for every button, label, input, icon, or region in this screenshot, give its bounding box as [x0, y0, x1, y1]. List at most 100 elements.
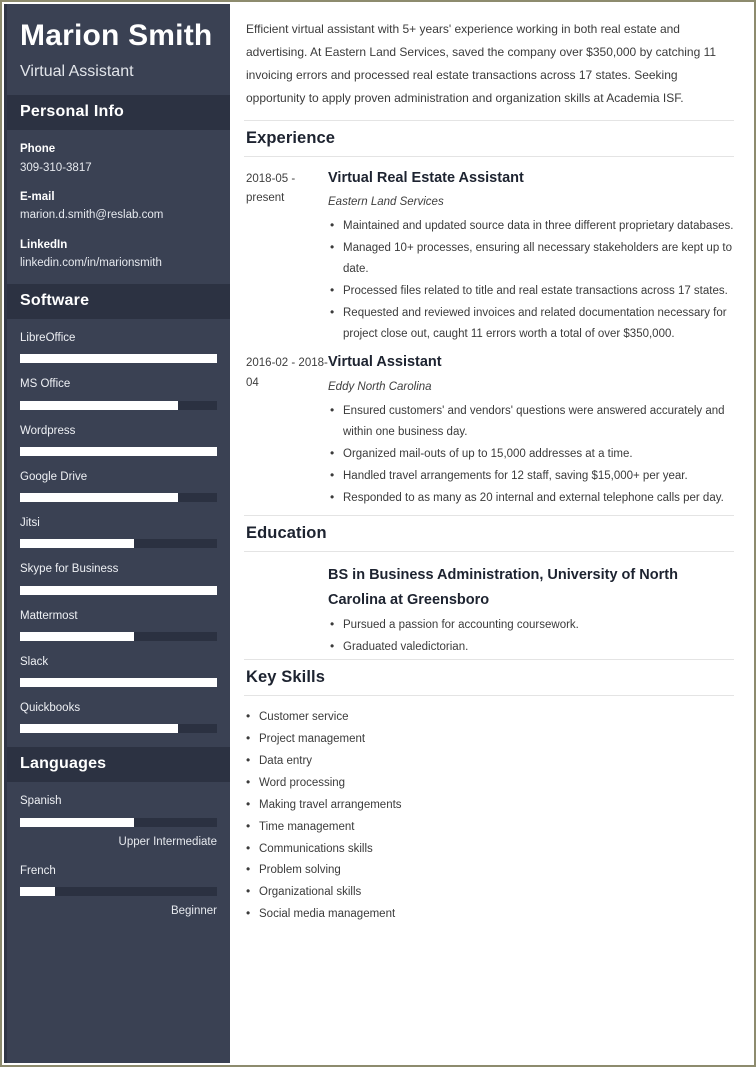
skill-level-bar: [20, 446, 217, 456]
contact-value: marion.d.smith@reslab.com: [20, 209, 164, 222]
skill-level-bar-fill: [20, 400, 178, 410]
experience-bullet: Requested and reviewed invoices and rela…: [328, 302, 734, 345]
experience-bullet-list: Maintained and updated source data in th…: [328, 215, 734, 345]
key-skill-item: Making travel arrangements: [244, 794, 734, 816]
skill-level-bar-fill: [20, 446, 217, 456]
experience-bullet: Responded to as many as 20 internal and …: [328, 487, 734, 509]
key-skill-item: Organizational skills: [244, 881, 734, 903]
education-entry-title: BS in Business Administration, Universit…: [328, 567, 678, 608]
experience-bullet: Maintained and updated source data in th…: [328, 215, 734, 237]
sidebar: Marion Smith Virtual Assistant Personal …: [4, 4, 230, 1063]
contact-value: linkedin.com/in/marionsmith: [20, 256, 162, 269]
skill-level-bar: [20, 817, 217, 827]
experience-entry: 2018-05 - present Virtual Real Estate Ass…: [244, 168, 734, 346]
skill-level-bar-fill: [20, 817, 135, 827]
skill-row: Spanish Upper Intermediate: [20, 793, 217, 849]
skill-level-bar-fill: [20, 539, 135, 549]
skill-level-bar: [20, 724, 217, 734]
skill-row: Quickbooks: [20, 700, 217, 734]
experience-entry-company: Eddy North Carolina: [328, 380, 432, 393]
skill-row: French Beginner: [20, 863, 217, 919]
experience-entry-body: Virtual Real Estate Assistant Eastern Lan…: [328, 168, 734, 346]
experience-entry-date: 2016-02 - 2018-04: [246, 356, 328, 389]
main-content: Efficient virtual assistant with 5+ year…: [230, 4, 752, 1063]
candidate-name: Marion Smith: [20, 19, 213, 52]
skill-label: Slack: [20, 655, 49, 668]
professional-summary: Efficient virtual assistant with 5+ year…: [246, 22, 717, 106]
key-skill-item: Social media management: [244, 903, 734, 925]
skill-row: MS Office: [20, 376, 217, 410]
experience-bullet-list: Ensured customers' and vendors' question…: [328, 400, 734, 509]
education-bullet: Graduated valedictorian.: [328, 636, 734, 658]
skill-label: Spanish: [20, 795, 62, 808]
skill-label: Wordpress: [20, 424, 76, 437]
skill-level-bar-fill: [20, 887, 56, 897]
software-skill-list: LibreOffice MS Office Wordpress Google Driv…: [4, 319, 230, 747]
contact-label: E-mail: [20, 190, 55, 203]
contact-label: Phone: [20, 143, 56, 156]
skill-label: Jitsi: [20, 517, 40, 530]
candidate-job-title: Virtual Assistant: [20, 63, 134, 81]
section-heading-education: Education: [244, 515, 734, 553]
personal-info-list: Phone 309-310-3817 E-mail marion.d.smith@re…: [4, 130, 230, 284]
education-entry: BS in Business Administration, Universit…: [244, 563, 734, 658]
education-entries: BS in Business Administration, Universit…: [244, 563, 734, 658]
resume-layout: Marion Smith Virtual Assistant Personal …: [4, 4, 752, 1063]
experience-entry-title: Virtual Assistant: [328, 353, 442, 370]
skill-level-bar: [20, 539, 217, 549]
skill-label: Mattermost: [20, 609, 78, 622]
key-skill-item: Communications skills: [244, 838, 734, 860]
resume-page: Marion Smith Virtual Assistant Personal …: [0, 0, 756, 1067]
contact-item: Phone 309-310-3817: [20, 141, 216, 177]
skill-level-bar-fill: [20, 724, 178, 734]
language-proficiency-label: Upper Intermediate: [118, 835, 217, 848]
section-heading-experience: Experience: [244, 119, 734, 157]
education-bullet: Pursued a passion for accounting coursew…: [328, 614, 734, 636]
skill-level-bar: [20, 493, 217, 503]
experience-bullet: Ensured customers' and vendors' question…: [328, 400, 734, 443]
experience-bullet: Organized mail-outs of up to 15,000 addr…: [328, 443, 734, 465]
skill-row: LibreOffice: [20, 330, 217, 364]
skill-level-bar-fill: [20, 493, 178, 503]
key-skill-item: Time management: [244, 816, 734, 838]
skill-level-bar-fill: [20, 678, 217, 688]
language-proficiency-label: Beginner: [170, 905, 217, 918]
skill-row: Slack: [20, 654, 217, 688]
skill-label: LibreOffice: [20, 332, 76, 345]
experience-bullet: Handled travel arrangements for 12 staff…: [328, 465, 734, 487]
contact-label: LinkedIn: [20, 238, 68, 251]
skill-row: Wordpress: [20, 423, 217, 456]
skill-level-bar: [20, 678, 217, 688]
section-key-skills: Key Skills Customer serviceProject manag…: [244, 658, 734, 925]
skill-row: Jitsi: [20, 515, 217, 549]
skill-row: Skype for Business: [20, 561, 217, 595]
section-education: Education BS in Business Administration,…: [244, 515, 734, 658]
contact-item: E-mail marion.d.smith@reslab.com: [20, 189, 216, 225]
skill-label: French: [20, 864, 56, 877]
experience-entry: 2016-02 - 2018-04 Virtual Assistant Eddy N…: [244, 352, 734, 509]
sidebar-heading-software: Software: [4, 284, 230, 320]
key-skill-item: Word processing: [244, 772, 734, 794]
skill-row: Google Drive: [20, 469, 217, 503]
experience-entries: 2018-05 - present Virtual Real Estate Ass…: [244, 168, 734, 510]
skill-level-bar: [20, 354, 217, 364]
skill-level-bar: [20, 887, 217, 897]
skill-level-bar-fill: [20, 354, 217, 364]
key-skill-item: Customer service: [244, 706, 734, 728]
languages-list: Spanish Upper Intermediate French Beginner: [4, 782, 230, 933]
experience-bullet: Managed 10+ processes, ensuring all nece…: [328, 237, 734, 280]
skill-label: Quickbooks: [20, 702, 81, 715]
contact-value: 309-310-3817: [20, 161, 92, 174]
sidebar-heading-personal-info: Personal Info: [4, 95, 230, 131]
experience-bullet: Processed files related to title and rea…: [328, 280, 734, 302]
skill-label: Skype for Business: [20, 563, 119, 576]
section-heading-key-skills: Key Skills: [244, 658, 734, 696]
experience-entry-body: Virtual Assistant Eddy North Carolina Ensu…: [328, 352, 734, 509]
sidebar-left-accent: [4, 4, 7, 1063]
key-skill-item: Data entry: [244, 750, 734, 772]
skill-level-bar-fill: [20, 631, 135, 641]
name-block: Marion Smith Virtual Assistant: [4, 4, 230, 95]
skill-row: Mattermost: [20, 608, 217, 641]
experience-entry-date: 2018-05 - present: [246, 172, 296, 205]
key-skill-item: Project management: [244, 728, 734, 750]
